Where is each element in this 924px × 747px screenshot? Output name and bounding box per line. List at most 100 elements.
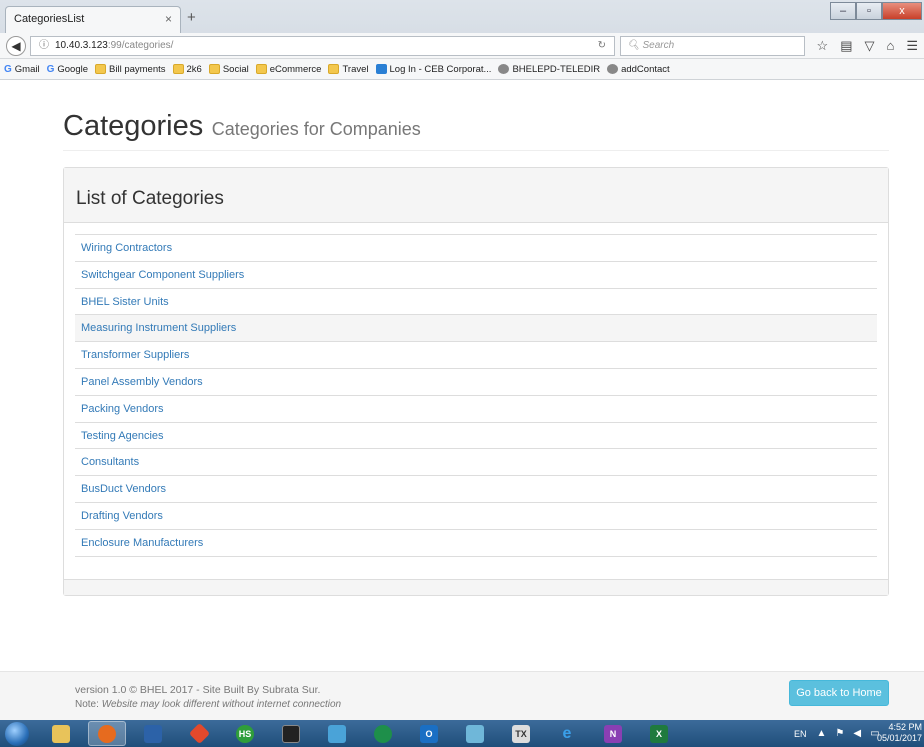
taskbar-git[interactable] <box>180 721 218 746</box>
category-link[interactable]: BusDuct Vendors <box>75 476 877 503</box>
bookmark-label: Log In - CEB Corporat... <box>389 63 492 75</box>
folder-icon <box>255 64 267 74</box>
taskbar-app[interactable] <box>318 721 356 746</box>
taskbar-powershell[interactable] <box>134 721 172 746</box>
category-list: Wiring Contractors Switchgear Component S… <box>75 234 877 557</box>
internet-explorer-icon: e <box>562 724 572 742</box>
bookmark-label: Google <box>57 63 89 75</box>
bookmark-item[interactable]: G Google <box>47 64 88 75</box>
close-window-icon[interactable]: x <box>882 2 922 20</box>
home-icon[interactable]: ⌂ <box>886 38 894 54</box>
bookmark-label: BHELEPD-TELEDIR <box>512 63 601 75</box>
taskbar-cmd[interactable] <box>272 721 310 746</box>
note-message: Website may look different without inter… <box>101 699 342 710</box>
taskbar-excel[interactable]: X <box>640 721 678 746</box>
bookmark-label: Social <box>222 63 249 75</box>
bookmark-label: Bill payments <box>109 63 166 75</box>
menu-icon[interactable]: ☰ <box>906 38 918 54</box>
panel-heading: List of Categories <box>64 168 888 223</box>
pocket-icon[interactable]: ▽ <box>864 38 874 54</box>
search-placeholder: Search <box>642 40 675 51</box>
globe-icon <box>498 64 510 74</box>
onenote-icon: N <box>604 724 622 743</box>
page-content: Categories Categories for Companies List… <box>0 80 924 671</box>
new-tab-icon[interactable]: + <box>187 9 196 26</box>
clock-date: 05/01/2017 <box>876 733 922 743</box>
language-indicator[interactable]: EN <box>794 729 807 739</box>
taskbar-firefox[interactable] <box>88 721 126 746</box>
volume-icon[interactable]: ◀ <box>853 728 861 739</box>
bookmark-item[interactable]: eCommerce <box>255 63 322 75</box>
bookmark-item[interactable]: Log In - CEB Corporat... <box>375 63 492 75</box>
media-icon <box>328 724 346 743</box>
tab-title: CategoriesList <box>14 13 85 25</box>
bookmark-label: 2k6 <box>186 63 202 75</box>
google-icon: G <box>46 63 55 75</box>
page-header: Categories Categories for Companies <box>63 110 889 151</box>
excel-icon: X <box>650 724 668 743</box>
reading-list-icon[interactable]: ▤ <box>840 38 852 54</box>
bookmark-item[interactable]: 2k6 <box>172 63 202 75</box>
globe-icon <box>607 64 619 74</box>
bookmark-item[interactable]: G Gmail <box>4 64 40 75</box>
taskbar-hs[interactable]: HS <box>226 721 264 746</box>
category-link[interactable]: Switchgear Component Suppliers <box>75 262 877 289</box>
flag-icon[interactable]: ⚑ <box>835 728 844 739</box>
bookmark-label: addContact <box>621 63 670 75</box>
bookmark-item[interactable]: addContact <box>607 64 670 75</box>
bookmark-label: eCommerce <box>269 63 322 75</box>
bookmark-item[interactable]: BHELEPD-TELEDIR <box>498 64 600 75</box>
address-bar[interactable]: ⓘ 10.40.3.123:99/categories/ ↻ <box>30 36 615 56</box>
category-link[interactable]: Testing Agencies <box>75 423 877 450</box>
start-button[interactable] <box>0 720 34 747</box>
url-path: :99/categories/ <box>107 40 174 51</box>
minimize-icon[interactable]: – <box>830 2 856 20</box>
category-link[interactable]: Packing Vendors <box>75 396 877 423</box>
hs-icon: HS <box>236 724 254 743</box>
git-icon <box>188 722 210 745</box>
taskbar-notepad[interactable] <box>456 721 494 746</box>
category-link[interactable]: Wiring Contractors <box>75 235 877 262</box>
info-icon[interactable]: ⓘ <box>39 40 49 51</box>
bookmark-label: Gmail <box>14 63 40 75</box>
taskbar-android[interactable] <box>364 721 402 746</box>
bookmark-item[interactable]: Bill payments <box>95 64 166 75</box>
category-link[interactable]: Consultants <box>75 449 877 477</box>
android-studio-icon <box>374 724 392 743</box>
taskbar-ie[interactable]: e <box>548 721 586 746</box>
reload-icon[interactable]: ↻ <box>598 37 606 55</box>
outlook-icon: O <box>420 724 438 743</box>
category-link[interactable]: Panel Assembly Vendors <box>75 369 877 396</box>
category-link[interactable]: Enclosure Manufacturers <box>75 530 877 557</box>
show-hidden-icons-icon[interactable]: ▲ <box>817 728 827 739</box>
google-icon: G <box>4 63 12 75</box>
category-link[interactable]: Measuring Instrument Suppliers <box>75 315 877 343</box>
search-input[interactable]: 🔍︎ Search <box>620 36 805 56</box>
maximize-icon[interactable]: ▫ <box>856 2 882 20</box>
window-controls: – ▫ x <box>830 2 922 20</box>
go-home-button[interactable]: Go back to Home <box>789 680 889 706</box>
bookmark-star-icon[interactable]: ☆ <box>817 38 829 54</box>
page-icon <box>375 64 387 74</box>
taskbar-tex[interactable]: TX <box>502 721 540 746</box>
category-link[interactable]: Transformer Suppliers <box>75 342 877 369</box>
category-link[interactable]: Drafting Vendors <box>75 503 877 530</box>
category-link[interactable]: BHEL Sister Units <box>75 289 877 316</box>
taskbar-outlook[interactable]: O <box>410 721 448 746</box>
windows-orb-icon <box>5 721 29 746</box>
note-label: Note: <box>75 699 99 710</box>
browser-chrome: CategoriesList × + – ▫ x ◀ ⓘ 10.40.3.123:… <box>0 0 924 80</box>
site-footer: version 1.0 © BHEL 2017 - Site Built By … <box>0 671 924 720</box>
tab-bar: CategoriesList × + – ▫ x <box>0 0 924 33</box>
taskbar-explorer[interactable] <box>42 721 80 746</box>
tab-close-icon[interactable]: × <box>165 12 172 26</box>
panel-title: List of Categories <box>76 188 224 209</box>
bookmark-item[interactable]: Travel <box>328 64 369 75</box>
folder-icon <box>52 724 70 743</box>
bookmark-item[interactable]: Social <box>208 63 249 75</box>
clock[interactable]: 4:52 PM 05/01/2017 <box>877 722 922 744</box>
taskbar-onenote[interactable]: N <box>594 721 632 746</box>
back-arrow-icon[interactable]: ◀ <box>6 36 26 56</box>
browser-tab[interactable]: CategoriesList × <box>5 6 181 33</box>
note-text: Note: Website may look different without… <box>75 699 341 710</box>
